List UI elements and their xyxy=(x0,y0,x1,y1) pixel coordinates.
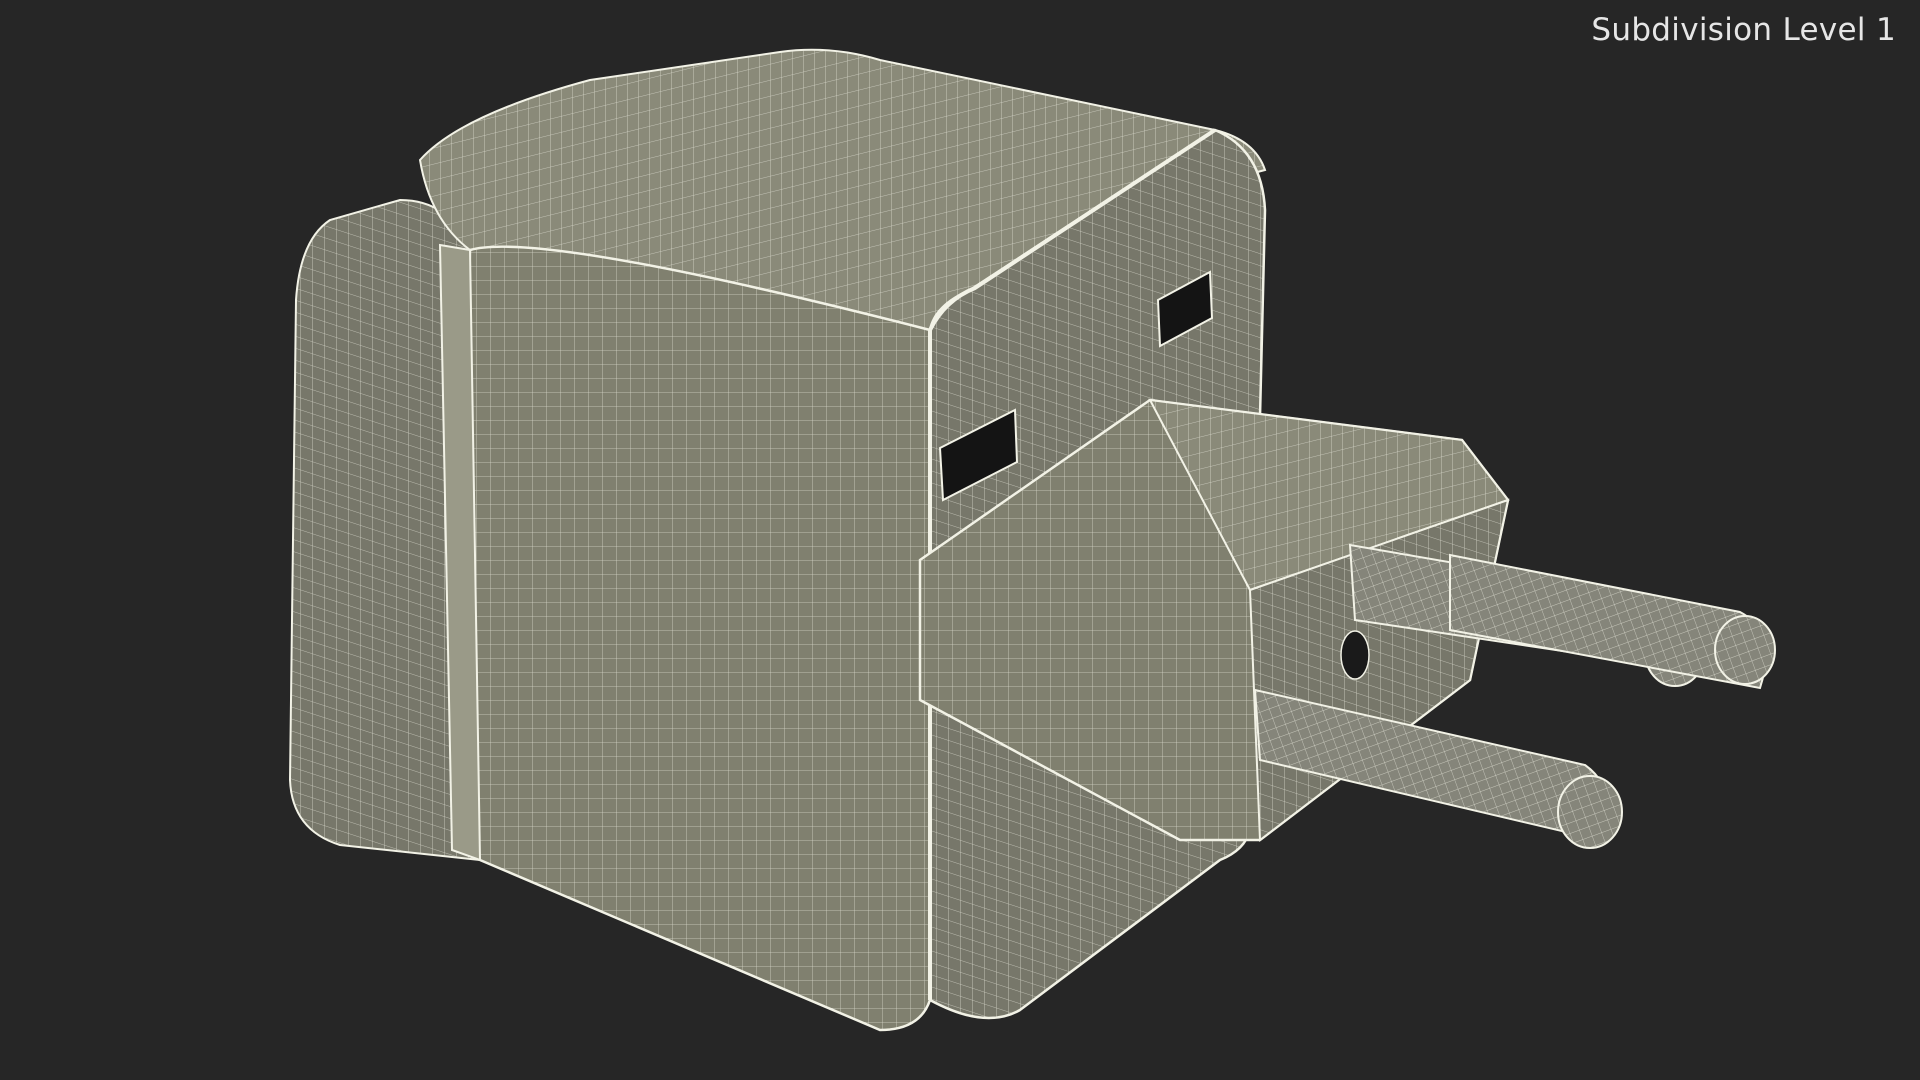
plug-pin-lower xyxy=(1253,688,1623,849)
front-face xyxy=(453,245,932,1032)
subdivision-level-label: Subdivision Level 1 xyxy=(1591,12,1896,48)
render-viewport[interactable]: Subdivision Level 1 xyxy=(0,0,1920,1080)
wireframe-plug-adapter-icon xyxy=(288,48,1776,1032)
